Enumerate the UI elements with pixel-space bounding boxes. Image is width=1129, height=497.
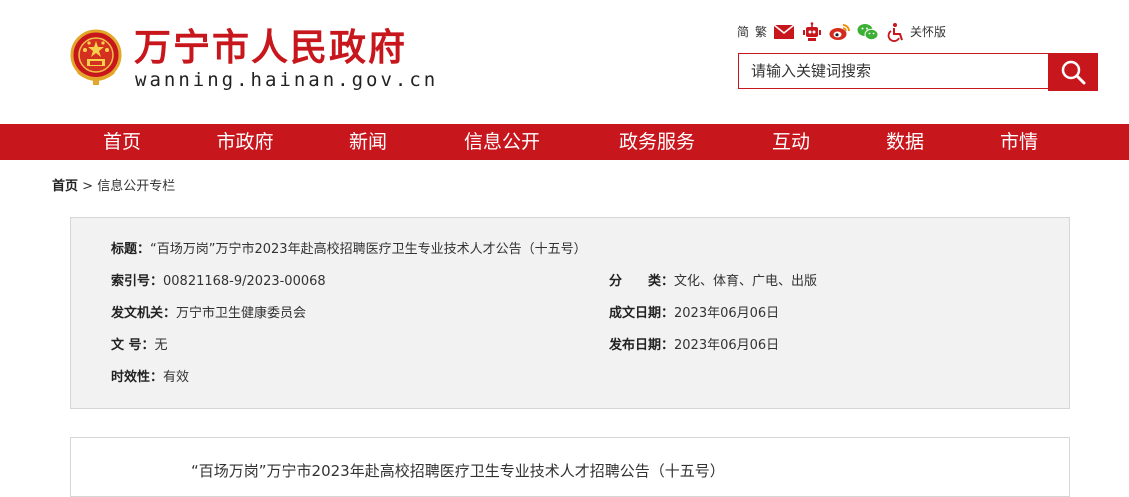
robot-icon[interactable] bbox=[801, 21, 823, 43]
simplified-chinese-link[interactable]: 简 bbox=[737, 21, 749, 43]
meta-created-row: 成文日期：2023年06月06日 bbox=[609, 305, 779, 323]
breadcrumb: 首页 > 信息公开专栏 bbox=[52, 178, 175, 196]
nav-item-home[interactable]: 首页 bbox=[82, 124, 162, 160]
elderly-mode-link[interactable]: 关怀版 bbox=[910, 21, 946, 43]
nav-item-news[interactable]: 新闻 bbox=[328, 124, 408, 160]
meta-validity-row: 时效性：有效 bbox=[111, 369, 189, 387]
national-emblem-icon[interactable] bbox=[68, 28, 124, 86]
breadcrumb-separator: > bbox=[78, 179, 98, 194]
meta-issuer-row: 发文机关：万宁市卫生健康委员会 bbox=[111, 305, 306, 323]
meta-category-row: 分 类：文化、体育、广电、出版 bbox=[609, 273, 817, 291]
breadcrumb-current[interactable]: 信息公开专栏 bbox=[97, 179, 175, 194]
meta-issuer-value: 万宁市卫生健康委员会 bbox=[176, 306, 307, 321]
site-title[interactable]: 万宁市人民政府 bbox=[134, 26, 407, 70]
search-icon bbox=[1061, 60, 1086, 85]
meta-docno-value: 无 bbox=[154, 338, 168, 353]
breadcrumb-home[interactable]: 首页 bbox=[52, 179, 78, 194]
mail-icon[interactable] bbox=[773, 21, 795, 43]
meta-validity-value: 有效 bbox=[163, 370, 190, 385]
article-title: “百场万岗”万宁市2023年赴高校招聘医疗卫生专业技术人才招聘公告（十五号） bbox=[191, 462, 725, 480]
site-domain: wanning.hainan.gov.cn bbox=[135, 69, 439, 91]
meta-title-value: “百场万岗”万宁市2023年赴高校招聘医疗卫生专业技术人才公告（十五号） bbox=[150, 242, 587, 257]
meta-docno-label: 文 号： bbox=[111, 338, 155, 353]
meta-issuer-label: 发文机关： bbox=[111, 306, 177, 321]
meta-validity-label: 时效性： bbox=[111, 370, 164, 385]
meta-category-value: 文化、体育、广电、出版 bbox=[674, 274, 818, 289]
article-box: “百场万岗”万宁市2023年赴高校招聘医疗卫生专业技术人才招聘公告（十五号） bbox=[70, 437, 1070, 497]
site-header: 万宁市人民政府 wanning.hainan.gov.cn 简 繁 关怀版 bbox=[0, 0, 1129, 124]
accessibility-icon[interactable] bbox=[885, 21, 907, 43]
nav-item-data[interactable]: 数据 bbox=[865, 124, 945, 160]
meta-created-label: 成文日期： bbox=[609, 306, 675, 321]
meta-index-value: 00821168-9/2023-00068 bbox=[163, 274, 326, 289]
traditional-chinese-link[interactable]: 繁 bbox=[755, 21, 767, 43]
search-button[interactable] bbox=[1048, 53, 1098, 91]
meta-published-value: 2023年06月06日 bbox=[674, 338, 780, 353]
main-nav: 首页 市政府 新闻 信息公开 政务服务 互动 数据 市情 bbox=[0, 124, 1129, 160]
wechat-icon[interactable] bbox=[857, 21, 879, 43]
nav-item-government[interactable]: 市政府 bbox=[200, 124, 290, 160]
weibo-icon[interactable] bbox=[829, 21, 851, 43]
search-box bbox=[738, 53, 1048, 89]
nav-item-info-disclosure[interactable]: 信息公开 bbox=[447, 124, 557, 160]
meta-published-row: 发布日期：2023年06月06日 bbox=[609, 337, 779, 355]
meta-title-row: 标题：“百场万岗”万宁市2023年赴高校招聘医疗卫生专业技术人才公告（十五号） bbox=[111, 241, 587, 259]
top-tools: 简 繁 关怀版 bbox=[737, 21, 952, 43]
nav-item-city-info[interactable]: 市情 bbox=[979, 124, 1059, 160]
meta-category-label: 分 类： bbox=[609, 274, 675, 289]
document-meta-box: 标题：“百场万岗”万宁市2023年赴高校招聘医疗卫生专业技术人才公告（十五号） … bbox=[70, 217, 1070, 409]
meta-docno-row: 文 号：无 bbox=[111, 337, 168, 355]
meta-index-row: 索引号：00821168-9/2023-00068 bbox=[111, 273, 326, 291]
meta-title-label: 标题： bbox=[111, 242, 151, 257]
search-input[interactable] bbox=[739, 54, 1041, 88]
meta-created-value: 2023年06月06日 bbox=[674, 306, 780, 321]
meta-index-label: 索引号： bbox=[111, 274, 164, 289]
nav-item-gov-services[interactable]: 政务服务 bbox=[602, 124, 712, 160]
nav-item-interaction[interactable]: 互动 bbox=[751, 124, 831, 160]
meta-published-label: 发布日期： bbox=[609, 338, 675, 353]
